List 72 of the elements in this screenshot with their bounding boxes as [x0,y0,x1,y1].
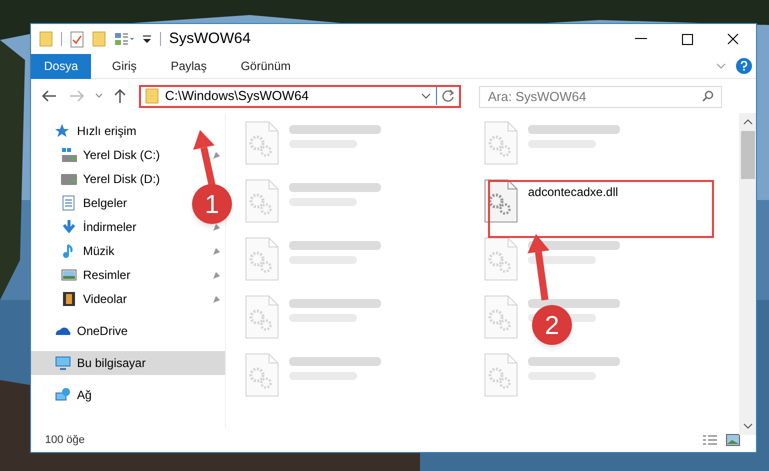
address-path: C:\Windows\SysWOW64 [165,87,310,106]
picture-icon [61,267,77,283]
nav-item[interactable]: Yerel Disk (C:) [83,146,160,164]
film-icon [61,291,77,307]
close-icon[interactable] [727,33,739,45]
nav-item[interactable]: OneDrive [77,322,128,340]
expand-ribbon-icon[interactable] [716,63,726,69]
blurred-file-icon[interactable] [484,295,518,339]
arrow [528,234,550,300]
nav-item[interactable]: Hızlı erişim [77,122,136,140]
star-icon [55,123,71,139]
ribbon-tab[interactable]: Dosya [31,54,92,78]
ribbon-tab[interactable]: Görünüm [228,54,304,78]
large-icons-view-icon[interactable] [726,434,740,446]
download-icon [61,219,77,235]
nav-item[interactable]: Müzik [83,242,114,260]
back-icon[interactable] [41,89,57,103]
scroll-down-icon[interactable] [742,423,752,429]
refresh-icon[interactable] [441,89,455,103]
blurred-file-icon[interactable] [245,295,279,339]
help-icon[interactable] [736,58,752,74]
scroll-up-icon[interactable] [742,119,752,125]
forward-icon[interactable] [69,89,85,103]
checklist-icon[interactable] [70,30,84,48]
blurred-file-icon[interactable] [245,121,279,165]
ribbon-tab[interactable]: Paylaş [158,54,220,78]
nav-item[interactable]: Videolar [83,290,127,308]
nav-item[interactable]: Yerel Disk (D:) [83,170,160,188]
blurred-file-icon[interactable] [245,179,279,223]
nav-item[interactable]: Resimler [83,266,130,284]
blurred-file-icon[interactable] [484,121,518,165]
nav-item[interactable]: Bu bilgisayar [31,351,225,375]
scrollbar[interactable] [739,113,756,435]
up-icon[interactable] [113,88,127,104]
chevron-down-icon[interactable] [95,93,103,99]
blurred-text-bar [528,256,596,264]
blurred-file-icon[interactable] [484,237,518,281]
folder-icon [145,88,159,104]
customize-icon[interactable] [142,34,152,44]
ribbon-tab[interactable]: Giriş [99,54,150,78]
arrow [193,130,216,186]
properties-icon[interactable] [114,32,136,46]
file-name: adcontecadxe.dll [528,184,618,201]
pin-icon[interactable] [212,222,221,232]
pin-icon[interactable] [212,294,221,304]
window-title: SysWOW64 [169,28,251,49]
folder-icon[interactable] [92,31,106,47]
maximize-icon[interactable] [682,34,692,44]
item-count: 100 öğe [45,432,85,448]
search-icon [702,90,714,102]
folder-icon[interactable] [39,31,53,47]
nav-item[interactable]: Belgeler [83,194,128,212]
pin-icon[interactable] [212,246,221,256]
monitor-icon [55,355,71,371]
details-view-icon[interactable] [702,434,718,446]
drive-icon [61,147,77,163]
file-gears-icon[interactable] [484,179,518,223]
blurred-file-icon[interactable] [484,353,518,397]
network-icon [55,387,71,403]
nav-item[interactable]: Ağ [77,386,92,404]
search-field[interactable]: Ara: SysWOW64 [479,86,722,108]
pin-icon[interactable] [212,150,221,160]
document-icon [61,195,77,211]
blurred-file-icon[interactable] [245,353,279,397]
drive-icon [61,171,77,187]
scroll-thumb[interactable] [740,131,754,179]
chevron-down-icon[interactable] [421,93,431,99]
blurred-file-icon[interactable] [245,237,279,281]
minimize-icon[interactable] [635,38,647,40]
address-bar[interactable]: C:\Windows\SysWOW64 [139,84,461,108]
pin-icon[interactable] [212,270,221,280]
nav-item[interactable]: İndirmeler [83,218,136,236]
